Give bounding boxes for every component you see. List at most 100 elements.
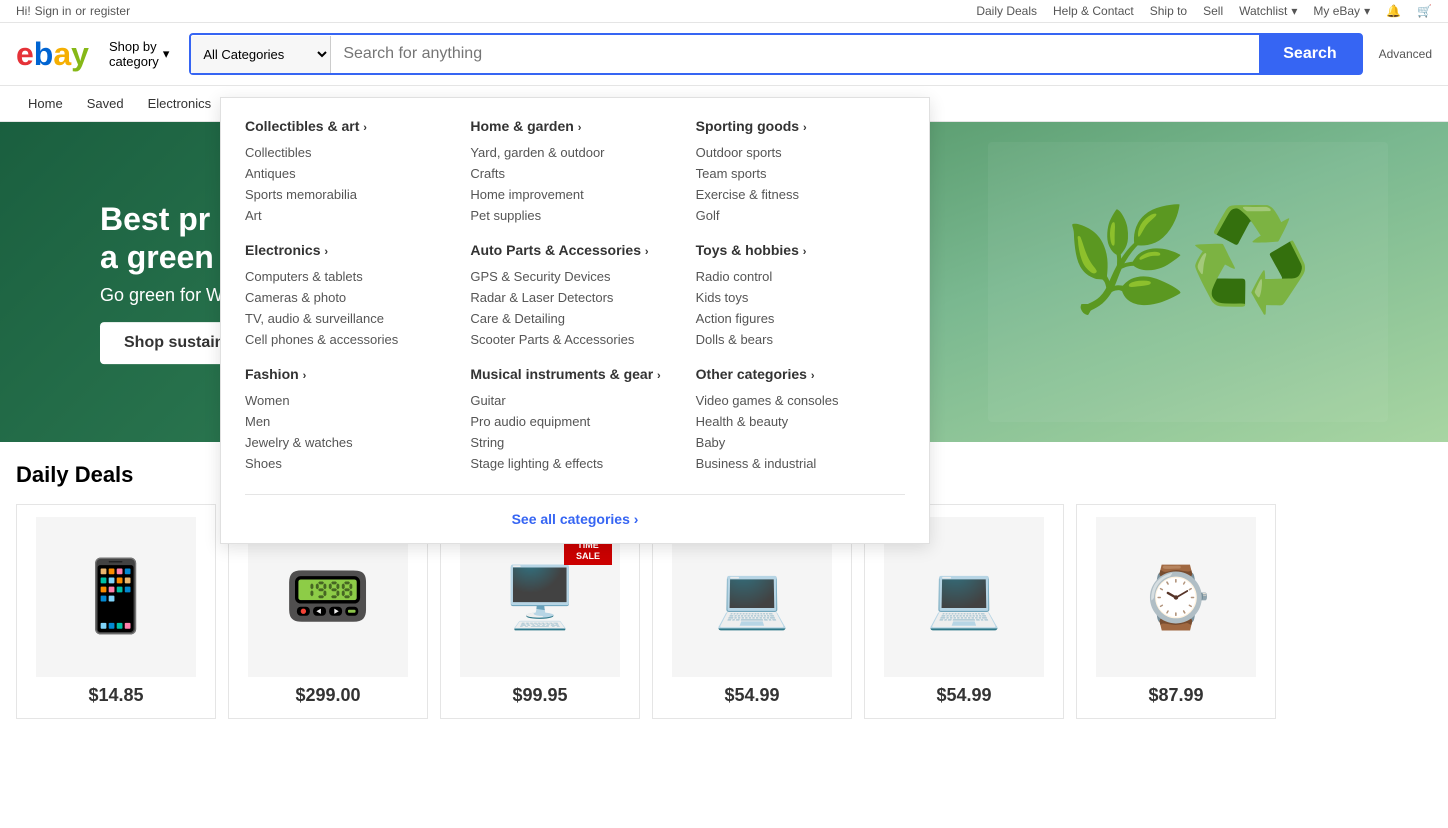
my-ebay-label: My eBay [1313,4,1360,18]
video-games-link[interactable]: Video games & consoles [696,393,839,408]
help-contact-link[interactable]: Help & Contact [1053,4,1134,18]
action-figures-link[interactable]: Action figures [696,311,775,326]
search-container: All Categories Search [189,33,1362,75]
dropdown-row-3: Fashion › Women Men Jewelry & watches Sh… [245,366,905,474]
men-link[interactable]: Men [245,414,270,429]
list-item: Dolls & bears [696,329,905,350]
search-button[interactable]: Search [1259,35,1360,73]
list-item: Business & industrial [696,453,905,474]
category-dropdown: Collectibles & art › Collectibles Antiqu… [220,97,930,544]
category-select[interactable]: All Categories [191,36,331,73]
cart-icon[interactable]: 🛒 [1417,4,1432,18]
antiques-link[interactable]: Antiques [245,166,296,181]
register-link[interactable]: register [90,4,130,18]
fashion-header[interactable]: Fashion › [245,366,454,382]
cell-phones-link[interactable]: Cell phones & accessories [245,332,398,347]
business-industrial-link[interactable]: Business & industrial [696,456,817,471]
string-link[interactable]: String [470,435,504,450]
musical-instruments-header[interactable]: Musical instruments & gear › [470,366,679,382]
dropdown-collectibles: Collectibles & art › Collectibles Antiqu… [245,118,454,226]
auto-parts-header[interactable]: Auto Parts & Accessories › [470,242,679,258]
deal-card-6[interactable]: ⌚ $87.99 [1076,504,1276,719]
header: ebay Shop by category ▾ All Categories S… [0,23,1448,86]
computers-tablets-link[interactable]: Computers & tablets [245,269,363,284]
pet-supplies-link[interactable]: Pet supplies [470,208,541,223]
watchlist-label: Watchlist [1239,4,1287,18]
home-garden-header[interactable]: Home & garden › [470,118,679,134]
sporting-goods-header[interactable]: Sporting goods › [696,118,905,134]
toys-hobbies-header[interactable]: Toys & hobbies › [696,242,905,258]
list-item: Kids toys [696,287,905,308]
daily-deals-topbar-link[interactable]: Daily Deals [976,4,1037,18]
dropdown-musical: Musical instruments & gear › Guitar Pro … [470,366,679,474]
list-item: Stage lighting & effects [470,453,679,474]
my-ebay-dropdown[interactable]: My eBay ▾ [1313,4,1370,18]
yard-garden-link[interactable]: Yard, garden & outdoor [470,145,604,160]
outdoor-sports-link[interactable]: Outdoor sports [696,145,782,160]
list-item: Home improvement [470,184,679,205]
bell-icon[interactable]: 🔔 [1386,4,1401,18]
list-item: Scooter Parts & Accessories [470,329,679,350]
home-improvement-link[interactable]: Home improvement [470,187,583,202]
sports-memorabilia-link[interactable]: Sports memorabilia [245,187,357,202]
pro-audio-link[interactable]: Pro audio equipment [470,414,590,429]
crafts-link[interactable]: Crafts [470,166,505,181]
golf-link[interactable]: Golf [696,208,720,223]
nav-item-saved[interactable]: Saved [75,86,136,121]
nav-item-home[interactable]: Home [16,86,75,121]
scooter-parts-link[interactable]: Scooter Parts & Accessories [470,332,634,347]
radar-laser-link[interactable]: Radar & Laser Detectors [470,290,613,305]
list-item: Yard, garden & outdoor [470,142,679,163]
list-item: Jewelry & watches [245,432,454,453]
dropdown-fashion: Fashion › Women Men Jewelry & watches Sh… [245,366,454,474]
deal-price-2: $299.00 [241,685,415,706]
dropdown-other: Other categories › Video games & console… [696,366,905,474]
deal-price-5: $54.99 [877,685,1051,706]
ebay-logo[interactable]: ebay [16,36,89,73]
advanced-search-link[interactable]: Advanced [1379,47,1432,61]
dropdown-row-1: Collectibles & art › Collectibles Antiqu… [245,118,905,226]
stage-lighting-link[interactable]: Stage lighting & effects [470,456,603,471]
shop-by-category-btn[interactable]: Shop by category ▾ [97,31,181,77]
team-sports-link[interactable]: Team sports [696,166,767,181]
care-detailing-link[interactable]: Care & Detailing [470,311,565,326]
search-input[interactable] [331,35,1259,73]
collectibles-link[interactable]: Collectibles [245,145,311,160]
women-link[interactable]: Women [245,393,290,408]
dropdown-home-garden: Home & garden › Yard, garden & outdoor C… [470,118,679,226]
nav-item-electronics[interactable]: Electronics [136,86,224,121]
see-all-link[interactable]: See all categories › [512,511,639,527]
health-beauty-link[interactable]: Health & beauty [696,414,789,429]
shoes-link[interactable]: Shoes [245,456,282,471]
art-link[interactable]: Art [245,208,262,223]
deal-card-1[interactable]: 📱 $14.85 [16,504,216,719]
page-wrapper: Hi! Sign in or register Daily Deals Help… [0,0,1448,739]
electronics-header[interactable]: Electronics › [245,242,454,258]
cameras-photo-link[interactable]: Cameras & photo [245,290,346,305]
list-item: Pet supplies [470,205,679,226]
guitar-link[interactable]: Guitar [470,393,505,408]
other-categories-header[interactable]: Other categories › [696,366,905,382]
or-text: or [75,4,86,18]
jewelry-watches-link[interactable]: Jewelry & watches [245,435,353,450]
top-bar-right: Daily Deals Help & Contact Ship to Sell … [976,4,1432,18]
top-bar-left: Hi! Sign in or register [16,4,130,18]
list-item: String [470,432,679,453]
kids-toys-link[interactable]: Kids toys [696,290,749,305]
baby-link[interactable]: Baby [696,435,726,450]
list-item: Video games & consoles [696,390,905,411]
tv-audio-link[interactable]: TV, audio & surveillance [245,311,384,326]
watchlist-dropdown[interactable]: Watchlist ▾ [1239,4,1297,18]
exercise-fitness-link[interactable]: Exercise & fitness [696,187,799,202]
dolls-bears-link[interactable]: Dolls & bears [696,332,773,347]
deal-image-1: 📱 [36,517,196,677]
list-item: Action figures [696,308,905,329]
list-item: Outdoor sports [696,142,905,163]
sell-topbar-link[interactable]: Sell [1203,4,1223,18]
deal-image-6: ⌚ [1096,517,1256,677]
list-item: TV, audio & surveillance [245,308,454,329]
gps-security-link[interactable]: GPS & Security Devices [470,269,610,284]
radio-control-link[interactable]: Radio control [696,269,773,284]
collectibles-art-header[interactable]: Collectibles & art › [245,118,454,134]
sign-in-link[interactable]: Sign in [35,4,72,18]
